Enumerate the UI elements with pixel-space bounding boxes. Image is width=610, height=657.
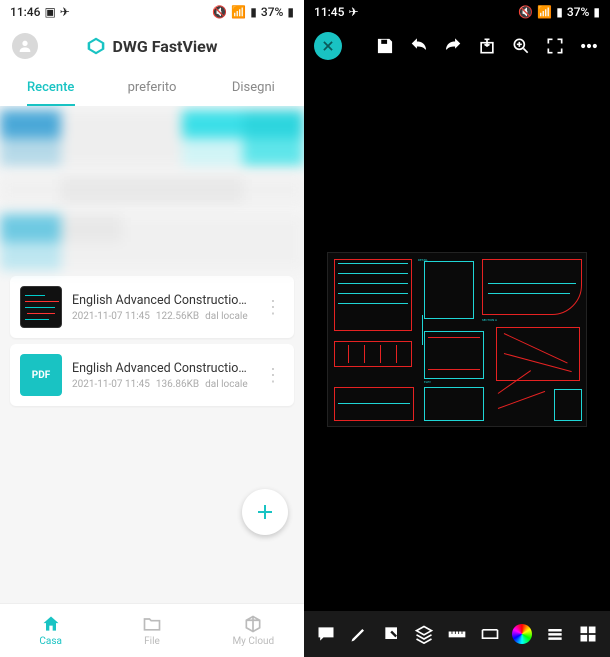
send-icon: ✈ xyxy=(348,5,358,19)
redo-icon xyxy=(443,36,463,56)
zoom-button[interactable] xyxy=(510,35,532,57)
camera-icon: ▣ xyxy=(44,5,55,19)
file-item-pdf[interactable]: PDF English Advanced Construction.pdf 20… xyxy=(10,344,294,406)
file-name: English Advanced Construction.pdf xyxy=(72,361,252,376)
add-button[interactable] xyxy=(242,489,288,535)
pencil-tool[interactable] xyxy=(348,623,370,645)
blurred-content xyxy=(0,176,304,204)
viewer-toolbar-bottom xyxy=(304,611,610,657)
plus-icon xyxy=(253,500,277,524)
signal-icon: ▮ xyxy=(250,5,257,19)
comment-tool[interactable] xyxy=(315,623,337,645)
undo-icon xyxy=(409,36,429,56)
color-wheel-icon xyxy=(512,624,532,644)
color-tool[interactable] xyxy=(511,623,533,645)
signal-icon: ▮ xyxy=(556,5,563,19)
file-source: dal locale xyxy=(205,311,248,322)
wifi-icon: 📶 xyxy=(231,5,246,19)
battery-text: 37% xyxy=(261,5,283,19)
measure-tool[interactable] xyxy=(446,623,468,645)
nav-home[interactable]: Casa xyxy=(0,604,101,657)
comment-icon xyxy=(316,624,336,644)
status-time: 11:45 xyxy=(314,5,344,19)
file-size: 122.56KB xyxy=(156,311,199,322)
avatar[interactable] xyxy=(12,33,38,59)
file-date: 2021-11-07 11:45 xyxy=(72,311,150,322)
app-header: DWG FastView xyxy=(0,24,304,68)
file-info: English Advanced Construction.dwg 2021-1… xyxy=(72,293,252,322)
list-tool[interactable] xyxy=(544,623,566,645)
app-logo-icon xyxy=(86,36,106,56)
save-button[interactable] xyxy=(374,35,396,57)
snap-icon xyxy=(480,624,500,644)
viewer-toolbar-top xyxy=(304,24,610,68)
export-button[interactable] xyxy=(476,35,498,57)
redo-button[interactable] xyxy=(442,35,464,57)
export-icon xyxy=(477,36,497,56)
grid-icon xyxy=(578,624,598,644)
nav-cloud[interactable]: My Cloud xyxy=(203,604,304,657)
more-icon xyxy=(579,36,599,56)
file-info: English Advanced Construction.pdf 2021-1… xyxy=(72,361,252,390)
mute-icon: 🔇 xyxy=(212,5,227,19)
file-thumbnail-icon xyxy=(20,286,62,328)
status-bar: 11:45 ✈ 🔇 📶 ▮ 37% ▮ xyxy=(304,0,610,24)
cad-drawing: DETAIL SECTION A ELEV xyxy=(327,252,587,427)
folder-icon xyxy=(142,614,162,634)
ruler-icon xyxy=(447,624,467,644)
layers-tool[interactable] xyxy=(413,623,435,645)
file-item-dwg[interactable]: English Advanced Construction.dwg 2021-1… xyxy=(10,276,294,338)
wifi-icon: 📶 xyxy=(537,5,552,19)
cloud-icon xyxy=(243,614,263,634)
pencil-icon xyxy=(349,624,369,644)
edit-icon xyxy=(382,624,402,644)
tabs: Recente preferito Disegni xyxy=(0,68,304,106)
blurred-content xyxy=(0,110,304,166)
bottom-nav: Casa File My Cloud xyxy=(0,603,304,657)
file-name: English Advanced Construction.dwg xyxy=(72,293,252,308)
tab-drawings[interactable]: Disegni xyxy=(203,68,304,106)
tab-favorite[interactable]: preferito xyxy=(101,68,202,106)
edit-tool[interactable] xyxy=(381,623,403,645)
zoom-icon xyxy=(511,36,531,56)
more-button[interactable] xyxy=(578,35,600,57)
tab-recent[interactable]: Recente xyxy=(0,68,101,106)
close-icon xyxy=(321,39,335,53)
file-size: 136.86KB xyxy=(156,379,199,390)
fullscreen-button[interactable] xyxy=(544,35,566,57)
cad-viewer-screen: 11:45 ✈ 🔇 📶 ▮ 37% ▮ xyxy=(304,0,610,657)
battery-text: 37% xyxy=(567,5,589,19)
status-time: 11:46 xyxy=(10,5,40,19)
viewer-canvas[interactable]: DETAIL SECTION A ELEV xyxy=(304,68,610,611)
grid-tool[interactable] xyxy=(577,623,599,645)
nav-file[interactable]: File xyxy=(101,604,202,657)
status-bar: 11:46 ▣ ✈ 🔇 📶 ▮ 37% ▮ xyxy=(0,0,304,24)
file-date: 2021-11-07 11:45 xyxy=(72,379,150,390)
pdf-icon: PDF xyxy=(20,354,62,396)
battery-icon: ▮ xyxy=(593,5,600,19)
home-icon xyxy=(41,614,61,634)
layers-icon xyxy=(414,624,434,644)
file-list: English Advanced Construction.dwg 2021-1… xyxy=(0,106,304,603)
undo-button[interactable] xyxy=(408,35,430,57)
file-source: dal locale xyxy=(205,379,248,390)
more-icon[interactable]: ⋮ xyxy=(262,365,284,386)
app-title: DWG FastView xyxy=(86,36,217,56)
mute-icon: 🔇 xyxy=(518,5,533,19)
close-button[interactable] xyxy=(314,32,342,60)
more-icon[interactable]: ⋮ xyxy=(262,297,284,318)
battery-icon: ▮ xyxy=(287,5,294,19)
blurred-content xyxy=(0,214,304,270)
snap-tool[interactable] xyxy=(479,623,501,645)
file-browser-screen: 11:46 ▣ ✈ 🔇 📶 ▮ 37% ▮ DWG FastView Recen… xyxy=(0,0,304,657)
fullscreen-icon xyxy=(545,36,565,56)
send-icon: ✈ xyxy=(60,5,70,19)
list-icon xyxy=(545,624,565,644)
save-icon xyxy=(375,36,395,56)
